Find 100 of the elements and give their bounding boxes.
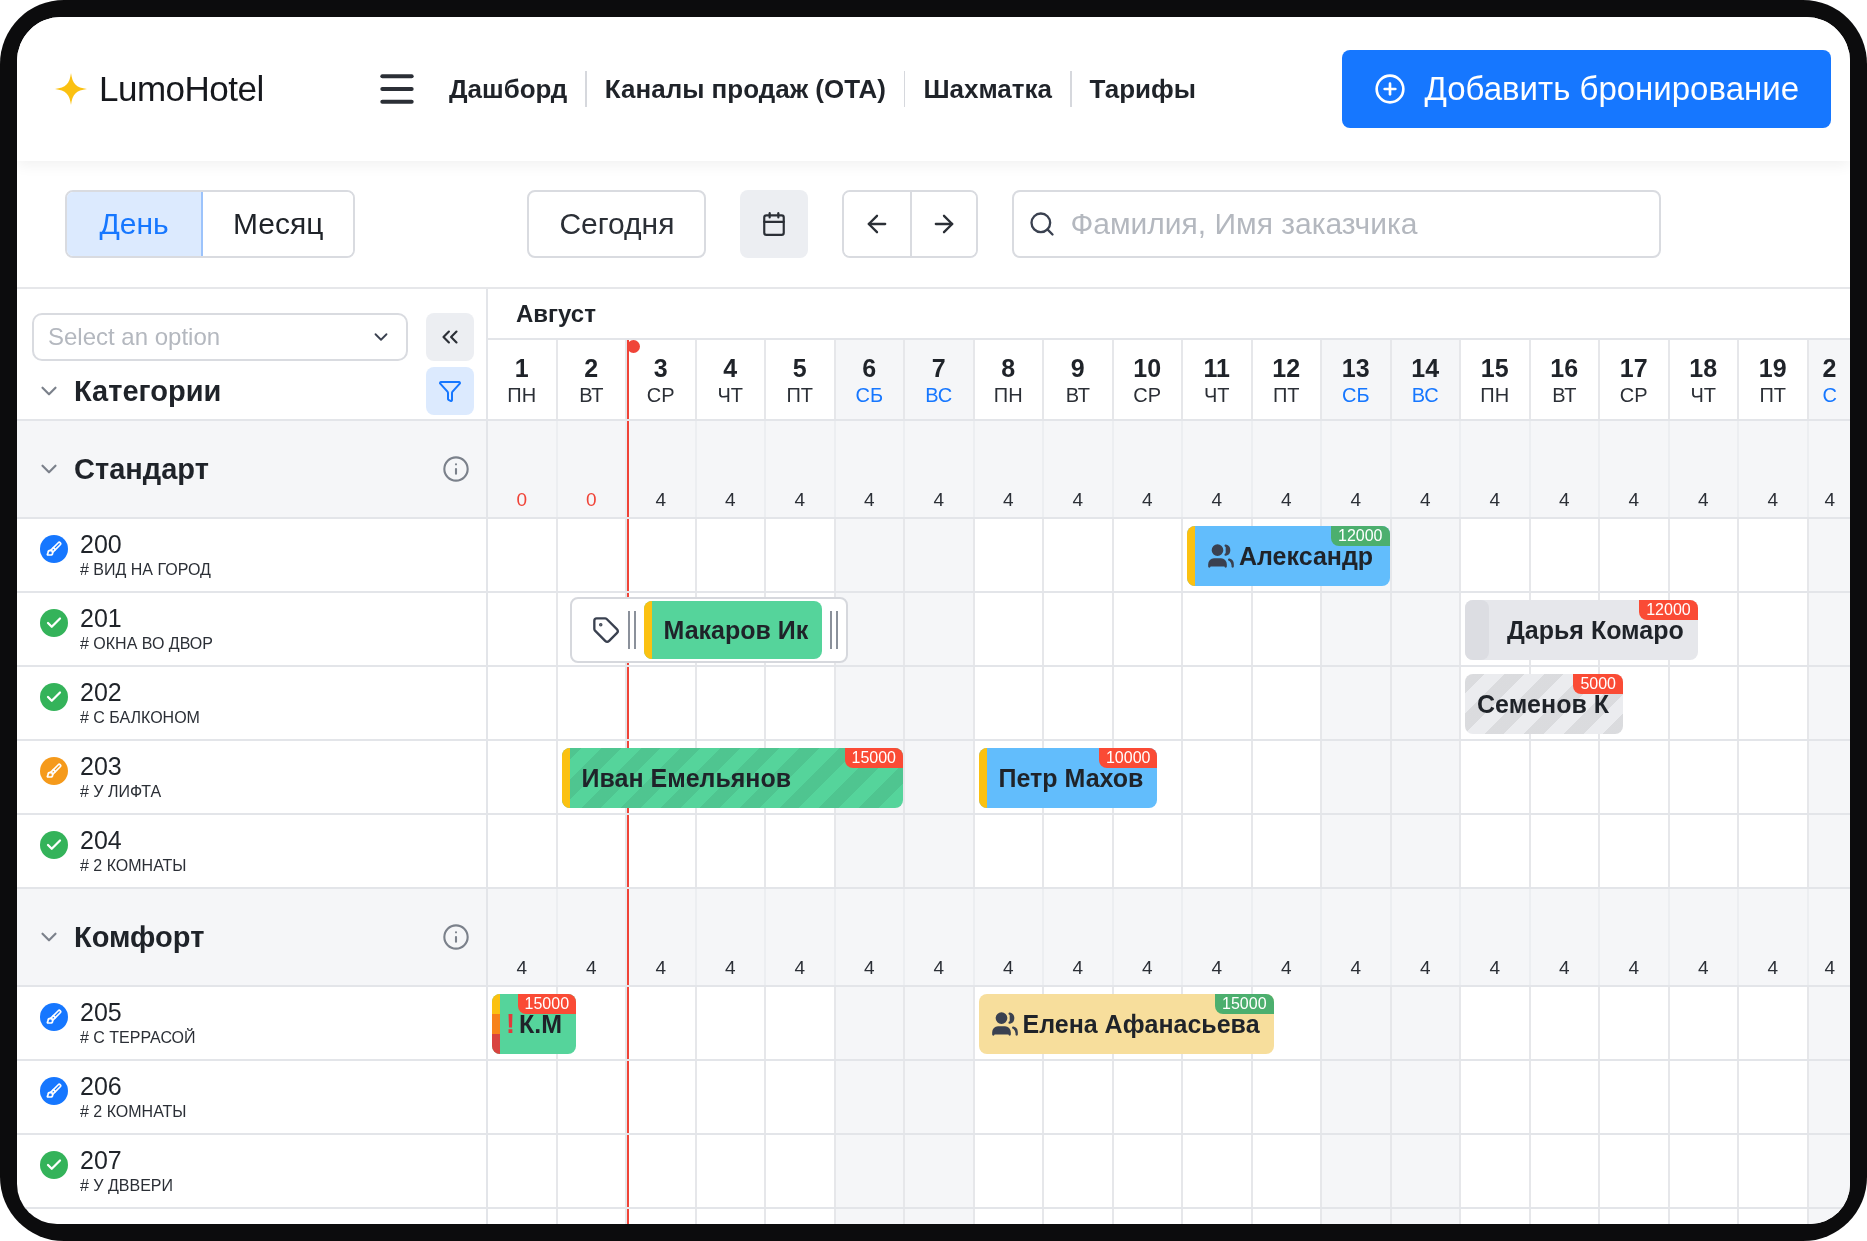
availability-count: 4 (1280, 489, 1292, 511)
availability-count: 4 (1419, 489, 1431, 511)
availability-count: 4 (1824, 489, 1836, 511)
category-name: Комфорт (74, 920, 205, 954)
weekday: ПН (507, 384, 537, 407)
availability-count: 4 (1141, 489, 1153, 511)
sparkle-logo-icon (55, 73, 87, 105)
availability-count: 4 (724, 957, 736, 979)
availability-count: 4 (794, 489, 806, 511)
nav-link[interactable]: Дашборд (449, 73, 568, 105)
availability-count: 4 (724, 489, 736, 511)
drag-handle[interactable] (830, 611, 839, 649)
availability-count: 4 (516, 957, 528, 979)
guest-name: Иван Емельянов (580, 763, 793, 793)
selected-booking-card[interactable]: Макаров Ик (569, 597, 849, 663)
filter-button[interactable] (426, 367, 474, 415)
category-header[interactable]: Стандарт (17, 421, 486, 519)
weekday: С (1822, 384, 1837, 407)
add-booking-button[interactable]: Добавить бронирование (1342, 50, 1831, 128)
availability-count: 4 (1141, 957, 1153, 979)
booking[interactable]: Александр 12000 (1187, 526, 1390, 586)
info-icon[interactable] (442, 923, 470, 951)
day-number: 17 (1619, 353, 1648, 384)
availability-count: 4 (1072, 957, 1084, 979)
booking-marker (978, 748, 987, 808)
price-badge: 12000 (1639, 600, 1698, 620)
day-number: 6 (862, 353, 877, 384)
room-tag: # ОКНА ВО ДВОР (80, 633, 486, 655)
weekday: СБ (1341, 384, 1370, 407)
booking[interactable]: Елена Афанасьева 15000 (978, 994, 1274, 1054)
calendar-button[interactable] (740, 190, 809, 258)
booking[interactable]: Семенов К 5000 (1465, 674, 1623, 734)
calendar-icon (761, 211, 788, 237)
weekday: ВТ (1065, 384, 1090, 407)
day-number: 7 (931, 353, 946, 384)
availability-count: 4 (863, 957, 875, 979)
day-number: 5 (792, 353, 807, 384)
availability-count: 4 (1489, 957, 1501, 979)
day-number: 1 (514, 353, 529, 384)
plus-icon (1374, 73, 1407, 105)
room-tag: # 2 КОМНАТЫ (80, 855, 486, 877)
day-number: 14 (1411, 353, 1440, 384)
availability-count: 4 (1280, 957, 1292, 979)
info-icon[interactable] (442, 455, 470, 483)
availability-count: 4 (1419, 957, 1431, 979)
category-name: Стандарт (74, 452, 209, 486)
price-badge: 12000 (1331, 526, 1390, 546)
availability-count: 4 (1824, 957, 1836, 979)
category-header[interactable]: Комфорт (17, 889, 486, 987)
booking[interactable]: Макаров Ик (643, 601, 823, 659)
weekday: ПТ (1759, 384, 1787, 407)
search-field[interactable]: Фамилия, Имя заказчика (1012, 190, 1662, 258)
nav-link[interactable]: Тарифы (1089, 73, 1197, 105)
availability-count: 4 (655, 489, 667, 511)
room-number: 202 (80, 677, 123, 707)
booking-marker (643, 601, 652, 659)
search-icon (1028, 210, 1057, 238)
weekday: ЧТ (717, 384, 743, 407)
weekday: ПН (993, 384, 1023, 407)
nav-link[interactable]: Каналы продаж (ОТА) (604, 73, 886, 105)
availability-count: 4 (1697, 957, 1709, 979)
booking-segment (1465, 600, 1489, 660)
availability-count: 4 (933, 489, 945, 511)
price-badge: 10000 (1098, 748, 1158, 768)
alert-mark: ! (505, 1008, 515, 1040)
day-number: 2 (1822, 353, 1837, 384)
availability-count: 4 (1697, 489, 1709, 511)
day-number: 11 (1203, 353, 1230, 384)
weekday: СБ (855, 384, 884, 407)
logo-text: LumoHotel (99, 69, 264, 109)
availability-count: 4 (1211, 957, 1223, 979)
availability-count: 4 (794, 957, 806, 979)
drag-handle[interactable] (627, 611, 636, 649)
day-number: 4 (723, 353, 738, 384)
day-number: 15 (1480, 353, 1509, 384)
availability-count: 4 (1489, 489, 1501, 511)
price-badge: 15000 (844, 748, 903, 768)
weekday: ВС (1411, 384, 1439, 407)
booking[interactable]: Петр Махов 10000 (978, 748, 1158, 808)
day-number: 8 (1001, 353, 1016, 384)
booking[interactable]: Дарья Комаро 12000 (1465, 600, 1698, 660)
room-number: 207 (80, 1145, 123, 1175)
room-tag: # У ЛИФТА (80, 781, 486, 803)
next-button[interactable] (910, 192, 977, 256)
weekday: ПТ (786, 384, 814, 407)
today-marker (627, 340, 640, 353)
room-tag: # С БАЛКОНОМ (80, 707, 486, 729)
tag-icon[interactable] (591, 616, 620, 644)
today-button[interactable]: Сегодня (527, 190, 707, 258)
availability-count: 4 (1002, 489, 1014, 511)
booking[interactable]: Иван Емельянов 15000 (561, 748, 903, 808)
weekday: СР (646, 384, 675, 407)
weekday: ПН (1480, 384, 1510, 407)
day-number: 9 (1070, 353, 1085, 384)
weekday: ВТ (1552, 384, 1577, 407)
nav-link[interactable]: Шахматка (923, 73, 1052, 105)
room-tag: # 2 КОМНАТЫ (80, 1101, 486, 1123)
collapse-button[interactable] (426, 313, 474, 361)
availability-count: 4 (1558, 489, 1570, 511)
booking[interactable]: !К.М 15000 (492, 994, 577, 1054)
